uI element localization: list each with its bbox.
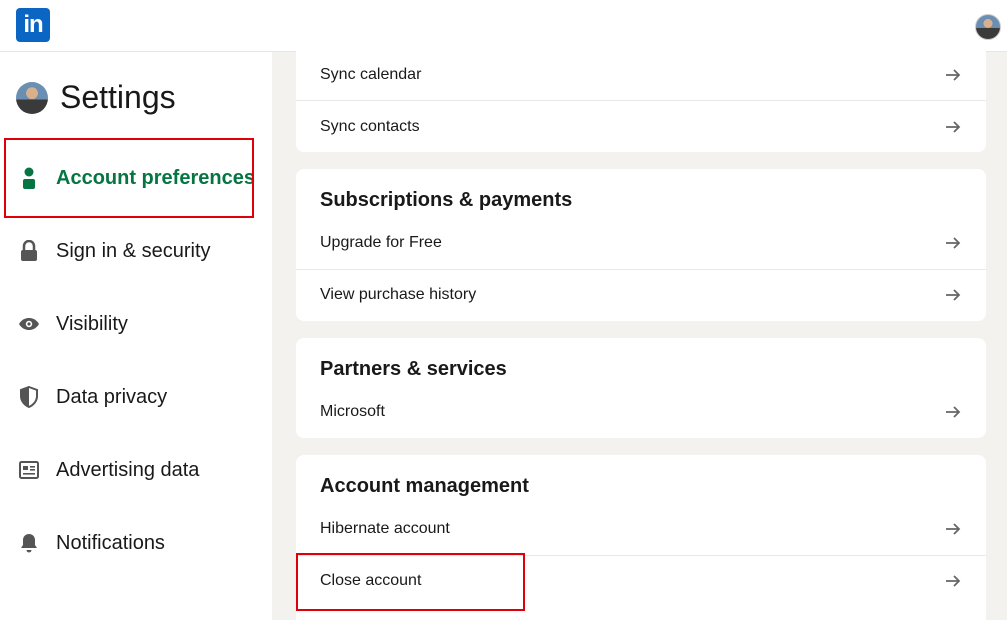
settings-row-sync-calendar[interactable]: Sync calendar <box>296 50 986 102</box>
row-label: View purchase history <box>320 286 477 303</box>
row-label: Microsoft <box>320 403 385 420</box>
linkedin-logo[interactable]: in <box>16 8 50 42</box>
arrow-right-icon <box>946 69 961 81</box>
sidebar-item-advertising-data[interactable]: Advertising data <box>0 444 272 496</box>
sidebar-item-label: Advertising data <box>56 458 200 481</box>
bell-icon <box>18 532 40 554</box>
arrow-right-icon <box>946 289 961 301</box>
highlight-box <box>4 138 254 218</box>
profile-avatar[interactable] <box>975 14 1001 40</box>
settings-header: Settings <box>16 79 176 116</box>
sidebar-item-label: Sign in & security <box>56 239 211 262</box>
section-title: Account management <box>320 475 529 497</box>
shield-icon <box>18 386 40 408</box>
sidebar-item-label: Data privacy <box>56 385 168 408</box>
arrow-right-icon <box>946 406 961 418</box>
section-title: Subscriptions & payments <box>320 189 573 211</box>
settings-row-hibernate-account[interactable]: Hibernate account <box>296 504 986 556</box>
sidebar-item-label: Notifications <box>56 531 165 554</box>
arrow-right-icon <box>946 523 961 535</box>
sidebar-item-data-privacy[interactable]: Data privacy <box>0 371 272 423</box>
sync-card: Sync calendar Sync contacts <box>296 48 986 152</box>
settings-row-upgrade[interactable]: Upgrade for Free <box>296 218 986 270</box>
settings-row-microsoft[interactable]: Microsoft <box>296 387 986 439</box>
highlight-box <box>296 553 525 611</box>
sidebar-item-notifications[interactable]: Notifications <box>0 517 272 569</box>
newspaper-icon <box>18 459 40 481</box>
row-label: Sync calendar <box>320 66 422 83</box>
top-navigation-bar: in <box>0 0 1007 52</box>
settings-row-purchase-history[interactable]: View purchase history <box>296 270 986 322</box>
avatar <box>16 81 48 114</box>
arrow-right-icon <box>946 121 961 133</box>
divider <box>296 100 986 101</box>
sidebar-item-visibility[interactable]: Visibility <box>0 298 272 350</box>
sidebar-item-sign-in-security[interactable]: Sign in & security <box>0 225 272 277</box>
sidebar-item-label: Visibility <box>56 312 128 335</box>
row-label: Sync contacts <box>320 118 420 135</box>
row-label: Upgrade for Free <box>320 234 442 251</box>
row-label: Hibernate account <box>320 520 450 537</box>
partners-card: Partners & services Microsoft <box>296 338 986 438</box>
arrow-right-icon <box>946 575 961 587</box>
page-title: Settings <box>60 79 176 115</box>
eye-icon <box>18 313 40 335</box>
section-title: Partners & services <box>320 358 507 380</box>
subscriptions-card: Subscriptions & payments Upgrade for Fre… <box>296 169 986 321</box>
settings-row-sync-contacts[interactable]: Sync contacts <box>296 102 986 154</box>
lock-icon <box>18 240 40 262</box>
arrow-right-icon <box>946 237 961 249</box>
